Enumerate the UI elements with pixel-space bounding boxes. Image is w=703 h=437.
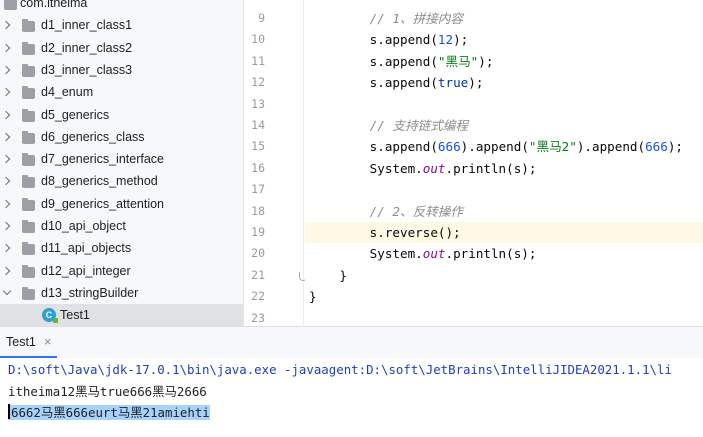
tree-item-label: d3_inner_class3 [41, 62, 133, 77]
line-number: 11 [251, 53, 265, 68]
tree-item-label: d5_generics [41, 107, 110, 122]
tree-item-label: d2_inner_class2 [41, 40, 133, 55]
console-output-line-selected: 6662马黑666eurt马黑21amiehti [8, 402, 210, 423]
tree-item[interactable]: d2_inner_class2 [0, 37, 243, 59]
tree-item-label: com.itheima [20, 0, 88, 10]
folder-icon [22, 130, 35, 144]
package-icon [4, 0, 17, 10]
line-number: 22 [251, 289, 265, 304]
project-tree-panel: com.itheima d1_inner_class1 d2_inner_class… [0, 0, 243, 326]
chevron-right-icon[interactable] [2, 104, 12, 126]
code-line[interactable]: s.append(666).append("黑马2").append(666); [309, 136, 683, 157]
console-command-line: D:\soft\Java\jdk-17.0.1\bin\java.exe -ja… [8, 362, 672, 377]
folder-icon [22, 108, 35, 122]
tree-item[interactable]: com.itheima [0, 0, 243, 14]
tree-item[interactable]: d8_generics_method [0, 170, 243, 192]
line-number: 20 [251, 246, 265, 261]
folder-icon [22, 19, 35, 33]
tree-item[interactable]: d9_generics_attention [0, 193, 243, 215]
line-number: 15 [251, 139, 265, 154]
selected-output-text: 6662马黑666eurt马黑21amiehti [8, 404, 210, 420]
tree-item[interactable]: d5_generics [0, 104, 243, 126]
folder-icon [22, 175, 35, 189]
chevron-right-icon[interactable] [2, 126, 12, 148]
run-tab-label: Test1 [6, 334, 36, 349]
line-number: 23 [251, 310, 265, 325]
tree-item[interactable]: d4_enum [0, 81, 243, 103]
tree-item-label: d9_generics_attention [41, 196, 165, 211]
code-line[interactable]: System.out.println(s); [309, 158, 537, 179]
line-number: 13 [251, 96, 265, 111]
tree-item-label: d11_api_objects [41, 241, 132, 256]
tree-item[interactable]: d11_api_objects [0, 237, 243, 259]
text-caret [8, 404, 10, 419]
tree-item-label: d13_stringBuilder [41, 285, 139, 300]
chevron-right-icon[interactable] [2, 237, 12, 259]
code-line[interactable]: } [309, 265, 347, 286]
folder-icon [22, 197, 35, 211]
code-line[interactable]: s.reverse(); [309, 222, 461, 243]
code-line[interactable]: s.append(true); [309, 72, 484, 93]
tree-item[interactable]: d3_inner_class3 [0, 59, 243, 81]
tree-item[interactable]: d13_stringBuilder [0, 282, 243, 304]
close-icon[interactable]: × [44, 335, 52, 348]
line-number-gutter: 9 10 11 12 13 14 15 16 17 18 19 20 21 22 23 [244, 0, 307, 326]
tree-item-class[interactable]: C Test1 [0, 304, 243, 326]
chevron-down-icon[interactable] [2, 282, 12, 304]
line-number: 14 [251, 118, 265, 132]
tree-item-label: d10_api_object [41, 219, 126, 233]
tree-item-label: Test1 [60, 308, 90, 323]
line-number: 12 [251, 75, 265, 90]
code-line[interactable]: } [309, 286, 317, 307]
line-number: 9 [258, 11, 265, 25]
tree-item[interactable]: d6_generics_class [0, 126, 243, 148]
console-output-line: itheima12黑马true666黑马2666 [8, 384, 207, 399]
line-number: 16 [251, 160, 265, 175]
folder-icon [22, 63, 35, 77]
tree-item-label: d7_generics_interface [41, 152, 164, 167]
reversed-output-text: 6662马黑666eurt马黑21amiehti [11, 405, 210, 420]
code-editor[interactable]: // 1、拼接内容 s.append(12); s.append("黑马"); … [305, 0, 703, 326]
tree-item-label: d1_inner_class1 [41, 18, 133, 33]
folder-icon [22, 286, 35, 300]
chevron-right-icon[interactable] [2, 14, 12, 36]
tree-item[interactable]: d10_api_object [0, 215, 243, 237]
chevron-right-icon[interactable] [2, 37, 12, 59]
chevron-right-icon[interactable] [2, 193, 12, 215]
folder-icon [22, 153, 35, 167]
line-number: 19 [251, 225, 265, 239]
run-console[interactable]: D:\soft\Java\jdk-17.0.1\bin\java.exe -ja… [0, 358, 703, 437]
line-number: 10 [251, 32, 265, 47]
chevron-right-icon[interactable] [2, 148, 12, 170]
chevron-right-icon[interactable] [2, 59, 12, 81]
tree-item-label: d4_enum [41, 85, 94, 100]
folder-icon [22, 41, 35, 55]
tree-item-label: d6_generics_class [41, 129, 145, 144]
line-number: 18 [251, 203, 265, 218]
code-line[interactable]: s.append("黑马"); [309, 51, 494, 72]
folder-icon [22, 242, 35, 256]
code-line[interactable]: s.append(12); [309, 29, 469, 50]
run-tab-test1[interactable]: Test1 × [0, 327, 58, 358]
folder-icon [22, 220, 35, 233]
code-line[interactable]: // 1、拼接内容 [309, 8, 463, 29]
code-line[interactable]: System.out.println(s); [309, 243, 537, 264]
tree-item[interactable]: d12_api_integer [0, 260, 243, 282]
run-tool-window-tabbar: Test1 × [0, 327, 703, 358]
line-number: 21 [251, 267, 265, 282]
code-line[interactable]: // 支持链式编程 [309, 115, 468, 136]
chevron-right-icon[interactable] [2, 81, 12, 103]
chevron-right-icon[interactable] [2, 170, 12, 192]
tree-item[interactable]: d1_inner_class1 [0, 14, 243, 36]
tree-item-label: d12_api_integer [41, 263, 131, 278]
tree-item-label: d8_generics_method [41, 174, 158, 189]
tree-item[interactable]: d7_generics_interface [0, 148, 243, 170]
folder-icon [22, 264, 35, 278]
line-number: 17 [251, 182, 265, 197]
folder-icon [22, 86, 35, 100]
code-line[interactable]: // 2、反转操作 [309, 201, 463, 222]
chevron-right-icon[interactable] [2, 260, 12, 282]
java-class-icon: C [42, 308, 58, 324]
chevron-right-icon[interactable] [2, 215, 12, 237]
